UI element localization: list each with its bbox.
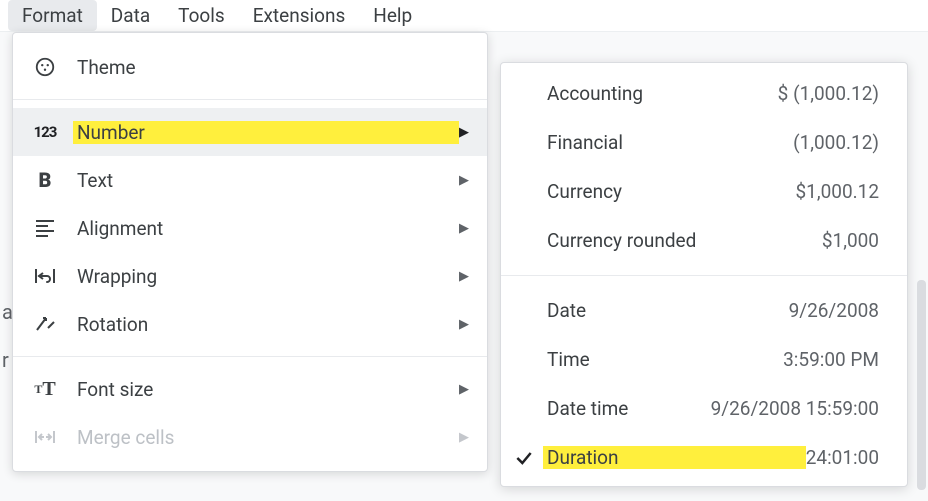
number-format-option[interactable]: Currency rounded$1,000: [501, 216, 907, 265]
font-size-icon: TT: [33, 377, 57, 401]
menubar-format[interactable]: Format: [8, 0, 97, 31]
menu-rotation[interactable]: Rotation ▶: [13, 300, 487, 348]
number-format-option[interactable]: Duration24:01:00: [501, 433, 907, 482]
check-icon: [513, 447, 535, 469]
submenu-arrow-icon: ▶: [459, 317, 469, 332]
menu-label: Font size: [77, 378, 459, 401]
menu-alignment[interactable]: Alignment ▶: [13, 204, 487, 252]
option-example: 9/26/2008: [789, 299, 879, 322]
number-format-option[interactable]: Time3:59:00 PM: [501, 335, 907, 384]
submenu-separator: [501, 275, 907, 276]
menu-label: Number: [73, 121, 459, 144]
option-label: Financial: [547, 131, 793, 154]
menubar-tools[interactable]: Tools: [164, 0, 239, 31]
submenu-arrow-icon: ▶: [459, 221, 469, 236]
submenu-arrow-icon: ▶: [459, 430, 469, 445]
menu-separator: [13, 99, 487, 100]
number-submenu: Accounting$ (1,000.12)Financial(1,000.12…: [500, 62, 908, 487]
option-label: Accounting: [547, 82, 778, 105]
align-icon: [33, 216, 57, 240]
sheet-left-hints: a r: [0, 300, 13, 396]
number-icon: 123: [33, 120, 57, 144]
option-example: $ (1,000.12): [778, 82, 879, 105]
menubar-extensions[interactable]: Extensions: [239, 0, 360, 31]
format-menu: Theme 123 Number ▶ B Text ▶ Alignment ▶: [12, 32, 488, 472]
menu-label: Rotation: [77, 313, 459, 336]
menu-theme[interactable]: Theme: [13, 43, 487, 91]
submenu-arrow-icon: ▶: [459, 382, 469, 397]
menu-number[interactable]: 123 Number ▶: [13, 108, 487, 156]
option-example: (1,000.12): [793, 131, 879, 154]
option-example: 9/26/2008 15:59:00: [711, 397, 879, 420]
menu-label: Theme: [77, 56, 469, 79]
bold-icon: B: [33, 168, 57, 192]
option-label: Time: [547, 348, 783, 371]
number-format-option[interactable]: Accounting$ (1,000.12): [501, 69, 907, 118]
option-example: 3:59:00 PM: [783, 348, 879, 371]
menu-wrapping[interactable]: Wrapping ▶: [13, 252, 487, 300]
menubar-help[interactable]: Help: [359, 0, 426, 31]
submenu-arrow-icon: ▶: [459, 269, 469, 284]
menu-text[interactable]: B Text ▶: [13, 156, 487, 204]
menu-merge-cells: Merge cells ▶: [13, 413, 487, 461]
option-example: $1,000: [822, 229, 879, 252]
theme-icon: [33, 55, 57, 79]
menubar: Format Data Tools Extensions Help: [0, 0, 928, 32]
wrapping-icon: [33, 264, 57, 288]
menubar-data[interactable]: Data: [97, 0, 164, 31]
rotation-icon: [33, 312, 57, 336]
menu-font-size[interactable]: TT Font size ▶: [13, 365, 487, 413]
option-label: Currency: [547, 180, 796, 203]
option-label: Currency rounded: [547, 229, 822, 252]
submenu-arrow-icon: ▶: [459, 173, 469, 188]
number-format-option[interactable]: Financial(1,000.12): [501, 118, 907, 167]
menu-separator: [13, 356, 487, 357]
option-label: Date time: [547, 397, 711, 420]
option-label: Duration: [543, 446, 806, 469]
scrollbar[interactable]: [917, 280, 926, 490]
number-format-option[interactable]: Currency$1,000.12: [501, 167, 907, 216]
number-format-option[interactable]: Date9/26/2008: [501, 286, 907, 335]
merge-cells-icon: [33, 425, 57, 449]
option-label: Date: [547, 299, 789, 322]
option-example: $1,000.12: [796, 180, 880, 203]
number-format-option[interactable]: Date time9/26/2008 15:59:00: [501, 384, 907, 433]
submenu-arrow-icon: ▶: [459, 125, 469, 140]
menu-label: Text: [77, 169, 459, 192]
menu-label: Wrapping: [77, 265, 459, 288]
menu-label: Merge cells: [77, 426, 459, 449]
option-example: 24:01:00: [806, 446, 879, 469]
menu-label: Alignment: [77, 217, 459, 240]
